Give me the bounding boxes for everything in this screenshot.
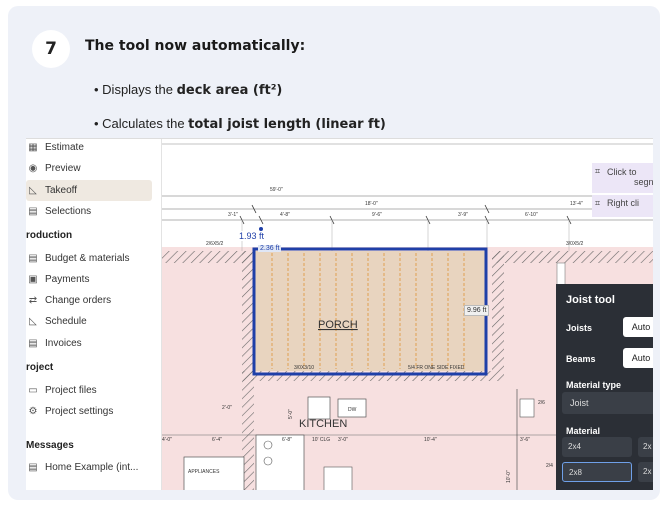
sidebar-item-estimate[interactable]: ▦ Estimate <box>26 139 152 158</box>
hint-click-segment: ⌗ Click to segn <box>592 163 653 193</box>
eye-icon: ◉ <box>28 163 38 174</box>
joist-tool-panel: Joist tool Joists Auto Beams Auto Materi… <box>556 284 653 490</box>
step-card: 7 The tool now automatically: • Displays… <box>8 6 660 500</box>
material-option-2x8[interactable]: 2x8 <box>562 462 632 482</box>
dim-68: 6'-8" <box>282 437 292 443</box>
sidebar-item-label: Payments <box>45 274 90 285</box>
dim-36: 3'-6" <box>520 437 530 443</box>
sidebar-item-label: Project files <box>45 385 97 396</box>
sidebar-item-schedule[interactable]: ◺ Schedule <box>26 311 152 332</box>
segment-icon: ⌗ <box>595 198 601 208</box>
dim-40: 4'-0" <box>162 437 172 443</box>
porch-note-left: 3/0X3/10 <box>294 365 314 371</box>
measure-label-side: 9.96 ft <box>464 305 490 316</box>
app-screenshot: ▦ Estimate ◉ Preview ◺ Takeoff ▤ Selecti… <box>26 138 653 490</box>
room-label-porch: PORCH <box>318 319 358 331</box>
gear-icon: ⚙ <box>28 406 38 417</box>
sink-fixture <box>307 396 331 420</box>
porch-note-right: 5/4 FR ONE SIDE FIXED <box>408 365 465 371</box>
section-messages: Messages <box>26 440 74 451</box>
material-label: Material <box>566 426 601 436</box>
sidebar-item-budget[interactable]: ▤ Budget & materials <box>26 248 152 269</box>
sidebar-item-home-example[interactable]: ▤ Home Example (int... <box>26 457 152 478</box>
appliances-label: APPLIANCES <box>188 469 220 475</box>
sidebar-item-label: Invoices <box>45 338 82 349</box>
dim-top-total: 59'-0" <box>270 187 283 193</box>
dim-610: 6'-10" <box>525 212 538 218</box>
sidebar-item-payments[interactable]: ▣ Payments <box>26 269 152 290</box>
sidebar-item-label: Project settings <box>45 406 114 417</box>
material-option-2x4[interactable]: 2x4 <box>562 437 632 457</box>
dim-100: 10'-0" <box>506 470 512 483</box>
bullet-deck-area: • Displays the deck area (ft²) <box>94 82 283 98</box>
window-label-2: 3/0X5/2 <box>566 241 583 247</box>
segment-icon: ⌗ <box>595 166 601 176</box>
dim-18: 18'-0" <box>365 201 378 207</box>
sidebar-item-label: Selections <box>45 206 92 217</box>
sidebar-item-label: Budget & materials <box>45 253 130 264</box>
invoices-icon: ▤ <box>28 338 38 349</box>
window-label-1: 2/6X5/2 <box>206 241 223 247</box>
sidebar-item-invoices[interactable]: ▤ Invoices <box>26 333 152 354</box>
dim-39: 3'-9" <box>458 212 468 218</box>
change-orders-icon: ⇄ <box>28 295 38 306</box>
estimate-icon: ▦ <box>28 142 38 153</box>
sidebar-item-label: Estimate <box>45 142 84 153</box>
sidebar-item-label: Home Example (int... <box>45 462 139 473</box>
sidebar-item-project-settings[interactable]: ⚙ Project settings <box>26 401 152 422</box>
dim-104: 10'-4" <box>424 437 437 443</box>
sidebar-item-preview[interactable]: ◉ Preview <box>26 158 152 179</box>
budget-icon: ▤ <box>28 253 38 264</box>
porch-deck-area <box>254 251 486 371</box>
hint-right-click: ⌗ Right cli <box>592 195 653 217</box>
measure-label-top: 1.93 ft <box>236 231 268 241</box>
step-number-badge: 7 <box>32 30 70 68</box>
sidebar: ▦ Estimate ◉ Preview ◺ Takeoff ▤ Selecti… <box>26 139 162 490</box>
sidebar-item-label: Change orders <box>45 295 112 306</box>
joists-label: Joists <box>566 323 593 333</box>
selections-icon: ▤ <box>28 206 38 217</box>
joists-auto-button[interactable]: Auto <box>623 317 653 337</box>
dim-48: 4'-8" <box>280 212 290 218</box>
sidebar-item-takeoff[interactable]: ◺ Takeoff <box>26 180 152 201</box>
bullet-joist-length: • Calculates the total joist length (lin… <box>94 116 386 132</box>
joist-tool-title: Joist tool <box>566 294 615 306</box>
beams-auto-button[interactable]: Auto <box>623 348 653 368</box>
dim-26: 2/6 <box>538 400 545 406</box>
step-title: The tool now automatically: <box>85 38 306 54</box>
dim-64: 6'-4" <box>212 437 222 443</box>
material-option-right-1[interactable]: 2x <box>638 437 653 457</box>
material-option-right-2[interactable]: 2x <box>638 462 653 482</box>
room-label-kitchen: KITCHEN <box>299 418 347 430</box>
section-production: roduction <box>26 230 73 241</box>
measure-label-top-inner: 2.36 ft <box>258 245 282 252</box>
dw-label: DW <box>348 407 357 413</box>
dim-31: 3'-1" <box>228 212 238 218</box>
dim-24: 2/4 <box>546 463 553 469</box>
dim-96: 9'-6" <box>372 212 382 218</box>
ruler-icon: ◺ <box>29 185 37 196</box>
floor-plan-canvas[interactable]: 2/6X5/2 3/0X5/2 59'-0" 18'-0" 13'-4" 3'-… <box>162 139 653 490</box>
sidebar-item-change-orders[interactable]: ⇄ Change orders <box>26 290 152 311</box>
folder-icon: ▭ <box>28 385 38 396</box>
dim-50: 5'-0" <box>288 409 294 419</box>
dim-20: 2'-0" <box>222 405 232 411</box>
sidebar-item-label: Takeoff <box>45 185 78 196</box>
sidebar-item-project-files[interactable]: ▭ Project files <box>26 380 152 401</box>
material-type-label: Material type <box>566 380 622 390</box>
sidebar-item-selections[interactable]: ▤ Selections <box>26 201 152 222</box>
dim-13: 13'-4" <box>570 201 583 207</box>
message-icon: ▤ <box>28 462 38 473</box>
sidebar-item-label: Schedule <box>45 316 87 327</box>
beams-label: Beams <box>566 354 596 364</box>
section-project: roject <box>26 362 54 373</box>
payments-icon: ▣ <box>28 274 38 285</box>
material-type-select[interactable]: Joist <box>562 392 653 414</box>
dim-30: 3'-0" <box>338 437 348 443</box>
schedule-icon: ◺ <box>29 316 37 327</box>
sidebar-item-label: Preview <box>45 163 81 174</box>
dim-ceil: 10' CLG <box>312 437 330 443</box>
